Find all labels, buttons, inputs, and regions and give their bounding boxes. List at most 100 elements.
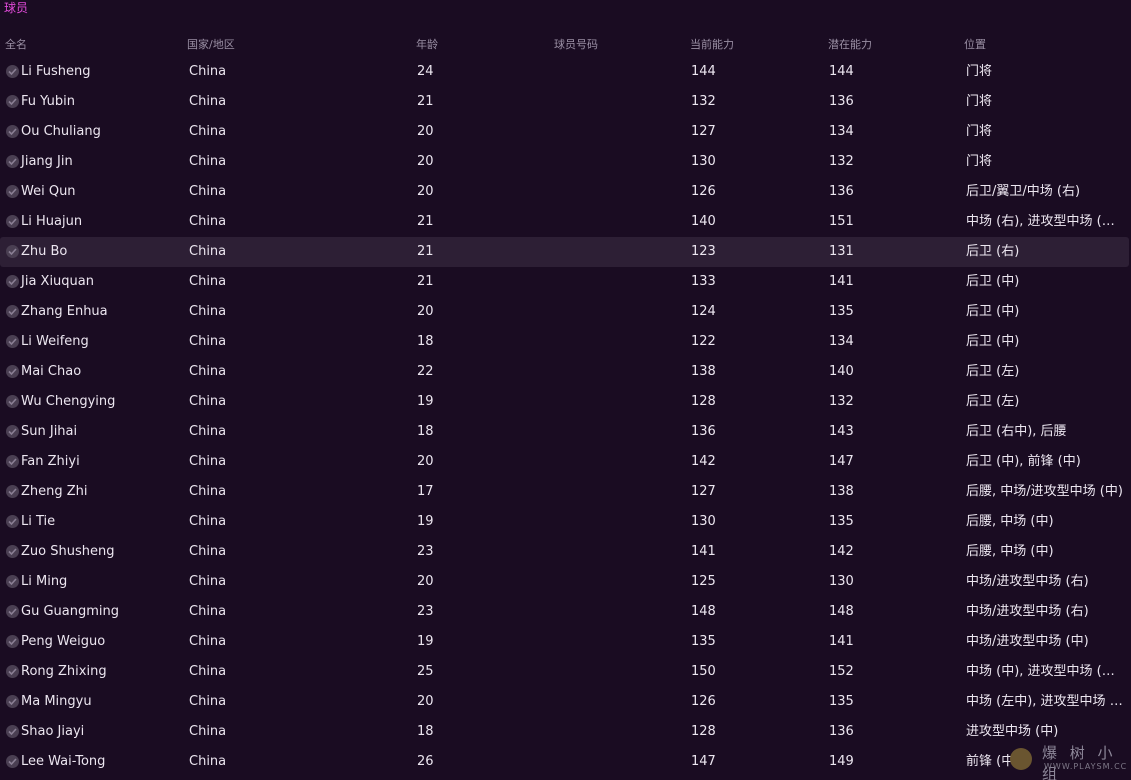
check-circle-icon[interactable] <box>6 395 19 408</box>
player-current-ability: 138 <box>691 364 716 379</box>
table-row[interactable]: Zuo Shusheng China 23 141 142 后腰, 中场 (中) <box>0 537 1129 567</box>
table-row[interactable]: Sun Jihai China 18 136 143 后卫 (右中), 后腰 <box>0 417 1129 447</box>
check-circle-icon[interactable] <box>6 725 19 738</box>
player-name[interactable]: Ma Mingyu <box>21 694 92 710</box>
col-header-squad-number[interactable]: 球员号码 <box>554 36 598 52</box>
table-row[interactable]: Shao Jiayi China 18 128 136 进攻型中场 (中) <box>0 717 1129 747</box>
player-name[interactable]: Jia Xiuquan <box>21 274 94 290</box>
player-name[interactable]: Rong Zhixing <box>21 664 107 680</box>
table-row[interactable]: Fan Zhiyi China 20 142 147 后卫 (中), 前锋 (中) <box>0 447 1129 477</box>
player-name[interactable]: Fu Yubin <box>21 94 75 110</box>
player-name[interactable]: Mai Chao <box>21 364 81 380</box>
check-circle-icon[interactable] <box>6 635 19 648</box>
player-name[interactable]: Zuo Shusheng <box>21 544 114 560</box>
player-name[interactable]: Li Weifeng <box>21 334 89 350</box>
check-circle-icon[interactable] <box>6 125 19 138</box>
table-row[interactable]: Li Weifeng China 18 122 134 后卫 (中) <box>0 327 1129 357</box>
player-age: 20 <box>417 184 434 199</box>
player-name[interactable]: Lee Wai-Tong <box>21 754 105 770</box>
player-name[interactable]: Zhang Enhua <box>21 304 108 320</box>
check-circle-icon[interactable] <box>6 545 19 558</box>
player-age: 21 <box>417 214 434 229</box>
player-position: 后卫 (中) <box>966 274 1020 289</box>
player-name[interactable]: Shao Jiayi <box>21 724 84 740</box>
table-row[interactable]: Fu Yubin China 21 132 136 门将 <box>0 87 1129 117</box>
check-circle-icon[interactable] <box>6 335 19 348</box>
watermark: 爆 树 小 组 WWW.PLAYSM.CC <box>1006 740 1130 780</box>
table-row[interactable]: Lee Wai-Tong China 26 147 149 前锋 (中) <box>0 747 1129 777</box>
check-circle-icon[interactable] <box>6 425 19 438</box>
player-potential-ability: 132 <box>829 394 854 409</box>
table-row[interactable]: Li Fusheng China 24 144 144 门将 <box>0 57 1129 87</box>
check-circle-icon[interactable] <box>6 215 19 228</box>
table-row[interactable]: Zhang Enhua China 20 124 135 后卫 (中) <box>0 297 1129 327</box>
player-name[interactable]: Ou Chuliang <box>21 124 101 140</box>
player-nationality: China <box>189 214 227 229</box>
check-circle-icon[interactable] <box>6 305 19 318</box>
player-position: 中场 (左中), 进攻型中场 (左) <box>966 694 1126 709</box>
check-circle-icon[interactable] <box>6 575 19 588</box>
table-row[interactable]: Li Ming China 20 125 130 中场/进攻型中场 (右) <box>0 567 1129 597</box>
check-circle-icon[interactable] <box>6 365 19 378</box>
table-row[interactable]: Wu Chengying China 19 128 132 后卫 (左) <box>0 387 1129 417</box>
check-circle-icon[interactable] <box>6 665 19 678</box>
player-age: 18 <box>417 334 434 349</box>
player-nationality: China <box>189 154 227 169</box>
player-current-ability: 127 <box>691 484 716 499</box>
col-header-nationality[interactable]: 国家/地区 <box>187 36 235 52</box>
check-circle-icon[interactable] <box>6 485 19 498</box>
check-circle-icon[interactable] <box>6 455 19 468</box>
player-name[interactable]: Wei Qun <box>21 184 76 200</box>
player-position: 中场/进攻型中场 (中) <box>966 634 1089 649</box>
table-row[interactable]: Zhu Bo China 21 123 131 后卫 (右) <box>0 237 1129 267</box>
player-nationality: China <box>189 574 227 589</box>
table-row[interactable]: Jia Xiuquan China 21 133 141 后卫 (中) <box>0 267 1129 297</box>
col-header-current-ability[interactable]: 当前能力 <box>690 36 734 52</box>
check-circle-icon[interactable] <box>6 155 19 168</box>
check-circle-icon[interactable] <box>6 245 19 258</box>
player-current-ability: 127 <box>691 124 716 139</box>
col-header-potential-ability[interactable]: 潜在能力 <box>828 36 872 52</box>
col-header-name[interactable]: 全名 <box>5 36 27 52</box>
col-header-position[interactable]: 位置 <box>964 36 986 52</box>
player-name[interactable]: Li Fusheng <box>21 64 91 80</box>
player-name[interactable]: Fan Zhiyi <box>21 454 80 470</box>
player-name[interactable]: Jiang Jin <box>21 154 73 170</box>
player-age: 21 <box>417 274 434 289</box>
player-name[interactable]: Li Ming <box>21 574 67 590</box>
player-name[interactable]: Zhu Bo <box>21 244 67 260</box>
table-row[interactable]: Ma Mingyu China 20 126 135 中场 (左中), 进攻型中场 (左) <box>0 687 1129 717</box>
player-name[interactable]: Sun Jihai <box>21 424 77 440</box>
player-name[interactable]: Li Tie <box>21 514 55 530</box>
table-row[interactable]: Li Huajun China 21 140 151 中场 (右), 进攻型中场 (右左.… <box>0 207 1129 237</box>
player-age: 18 <box>417 424 434 439</box>
check-circle-icon[interactable] <box>6 65 19 78</box>
table-row[interactable]: Wei Qun China 20 126 136 后卫/翼卫/中场 (右) <box>0 177 1129 207</box>
table-row[interactable]: Zheng Zhi China 17 127 138 后腰, 中场/进攻型中场 (中) <box>0 477 1129 507</box>
check-circle-icon[interactable] <box>6 95 19 108</box>
table-row[interactable]: Ou Chuliang China 20 127 134 门将 <box>0 117 1129 147</box>
table-row[interactable]: Li Tie China 19 130 135 后腰, 中场 (中) <box>0 507 1129 537</box>
table-row[interactable]: Mai Chao China 22 138 140 后卫 (左) <box>0 357 1129 387</box>
check-circle-icon[interactable] <box>6 605 19 618</box>
check-circle-icon[interactable] <box>6 515 19 528</box>
table-row[interactable]: Jiang Jin China 20 130 132 门将 <box>0 147 1129 177</box>
check-circle-icon[interactable] <box>6 185 19 198</box>
check-circle-icon[interactable] <box>6 275 19 288</box>
player-name[interactable]: Wu Chengying <box>21 394 115 410</box>
player-name[interactable]: Li Huajun <box>21 214 82 230</box>
player-nationality: China <box>189 244 227 259</box>
check-circle-icon[interactable] <box>6 755 19 768</box>
player-name[interactable]: Peng Weiguo <box>21 634 105 650</box>
table-row[interactable]: Peng Weiguo China 19 135 141 中场/进攻型中场 (中) <box>0 627 1129 657</box>
table-row[interactable]: Rong Zhixing China 25 150 152 中场 (中), 进攻型中场 (… <box>0 657 1129 687</box>
player-current-ability: 130 <box>691 154 716 169</box>
player-nationality: China <box>189 124 227 139</box>
player-name[interactable]: Gu Guangming <box>21 604 119 620</box>
check-circle-icon[interactable] <box>6 695 19 708</box>
player-current-ability: 133 <box>691 274 716 289</box>
table-row[interactable]: Gu Guangming China 23 148 148 中场/进攻型中场 (右) <box>0 597 1129 627</box>
player-position: 后卫 (中) <box>966 334 1020 349</box>
player-name[interactable]: Zheng Zhi <box>21 484 88 500</box>
col-header-age[interactable]: 年龄 <box>416 36 438 52</box>
